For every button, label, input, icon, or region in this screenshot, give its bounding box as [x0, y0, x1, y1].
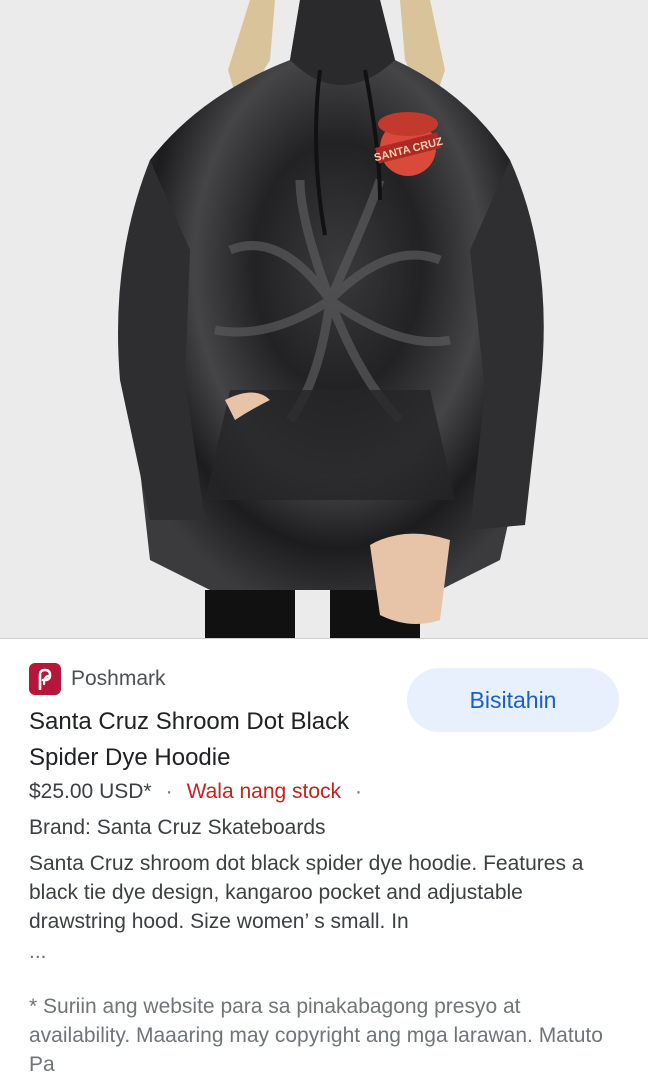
visit-button[interactable]: Bisitahin	[407, 668, 619, 732]
poshmark-logo-icon	[29, 663, 61, 695]
price-disclaimer: * Suriin ang website para sa pinakabagon…	[29, 995, 603, 1076]
product-price: $25.00 USD*	[29, 780, 152, 803]
product-description: Santa Cruz shroom dot black spider dye h…	[29, 852, 584, 933]
product-detail-page: SANTA CRUZ Poshmark Bisitahin Santa Cruz…	[0, 0, 648, 1080]
description-ellipsis: ...	[29, 940, 47, 963]
brand-line: Brand: Santa Cruz Skateboards	[29, 816, 326, 839]
separator-dot: ·	[165, 780, 173, 803]
source-name: Poshmark	[71, 667, 166, 690]
product-image[interactable]: SANTA CRUZ	[0, 0, 648, 639]
separator-dot: ·	[355, 780, 363, 803]
hoodie-illustration: SANTA CRUZ	[0, 0, 648, 638]
product-title: Santa Cruz Shroom Dot Black Spider Dye H…	[29, 708, 350, 771]
price-row: $25.00 USD* · Wala nang stock ·	[29, 776, 376, 808]
source-row[interactable]: Poshmark	[29, 662, 166, 696]
stock-status: Wala nang stock	[186, 780, 342, 803]
